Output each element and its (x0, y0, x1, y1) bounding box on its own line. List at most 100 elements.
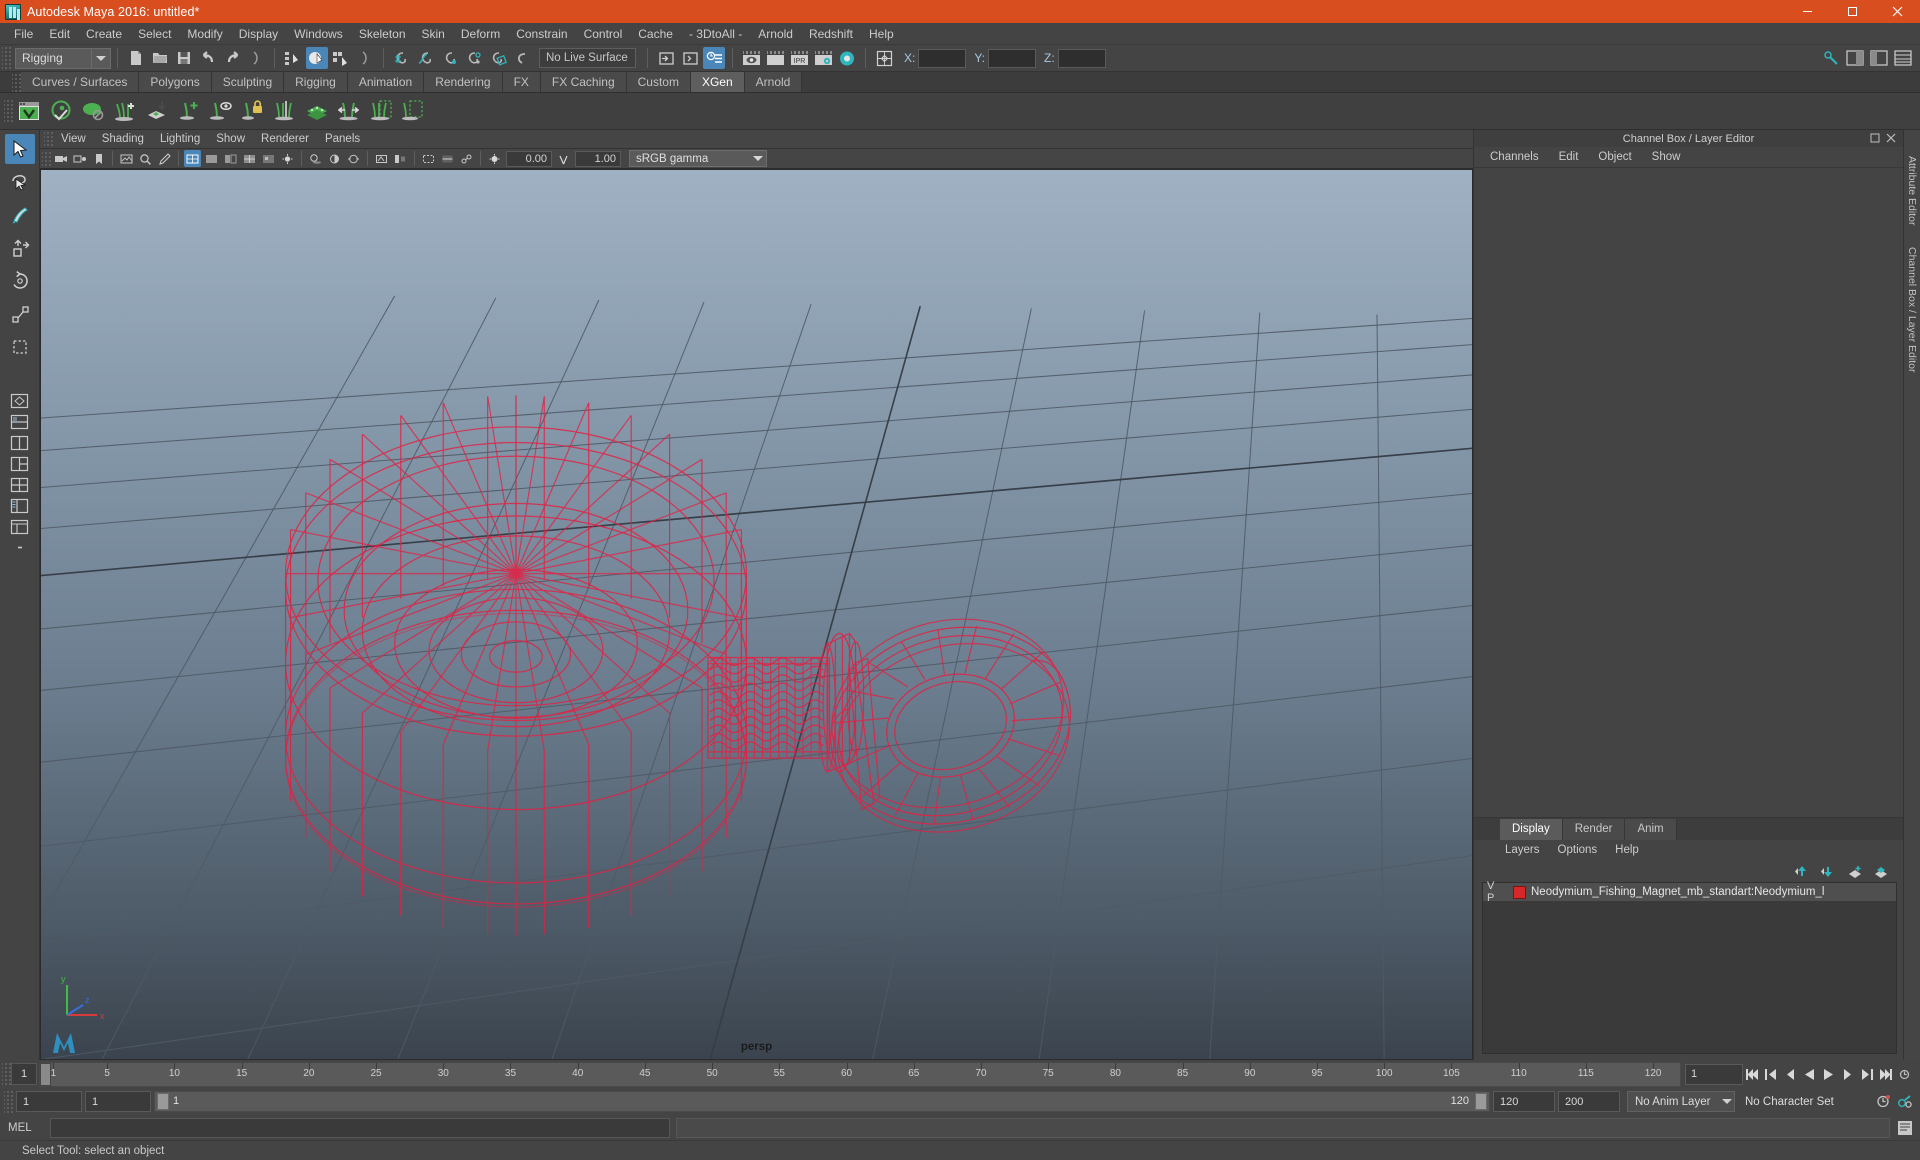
undock-panel-icon[interactable] (1869, 132, 1881, 144)
xray-icon[interactable] (439, 150, 456, 167)
coord-z-input[interactable] (1057, 48, 1106, 68)
command-language-label[interactable]: MEL (8, 1122, 44, 1134)
menu-help[interactable]: Help (861, 24, 902, 44)
exposure-icon[interactable] (486, 150, 503, 167)
xgen-import-collection-icon[interactable] (142, 96, 172, 127)
close-button[interactable] (1875, 0, 1920, 23)
range-slider-grip[interactable] (4, 1090, 13, 1113)
step-forward-frame-icon[interactable] (1838, 1064, 1857, 1084)
gamma-icon[interactable] (555, 150, 572, 167)
component-mask-overflow-icon[interactable] (354, 47, 376, 69)
shelf-tab-rendering[interactable]: Rendering (424, 72, 503, 92)
image-plane-icon[interactable] (118, 150, 135, 167)
minimize-button[interactable] (1785, 0, 1830, 23)
shelf-tab-rigging[interactable]: Rigging (284, 72, 348, 92)
xgen-lock-guide-icon[interactable] (238, 96, 268, 127)
ipr-render-button[interactable]: IPR (788, 47, 810, 69)
shadows-icon[interactable] (307, 150, 324, 167)
menu-edit[interactable]: Edit (41, 24, 78, 44)
paint-select-tool-button[interactable] (5, 200, 35, 230)
wireframe-on-shaded-icon[interactable] (241, 150, 258, 167)
show-hide-tool-settings-icon[interactable] (1868, 47, 1890, 69)
redo-button[interactable] (221, 47, 243, 69)
shelf-tab-arnold[interactable]: Arnold (744, 72, 803, 92)
coord-x-input[interactable] (918, 48, 967, 68)
menu-arnold[interactable]: Arnold (750, 24, 801, 44)
play-forwards-icon[interactable] (1819, 1064, 1838, 1084)
layout-three-icon[interactable] (7, 454, 33, 473)
snap-to-points-button[interactable] (439, 47, 461, 69)
depth-of-field-icon[interactable] (392, 150, 409, 167)
save-scene-button[interactable] (173, 47, 195, 69)
channel-box-content[interactable] (1474, 168, 1903, 817)
select-by-component-type-button[interactable] (330, 47, 352, 69)
isolate-select-icon[interactable] (420, 150, 437, 167)
close-panel-icon[interactable] (1885, 132, 1897, 144)
xgen-solid-primitive-icon[interactable] (78, 96, 108, 127)
shelf-tab-xgen[interactable]: XGen (690, 72, 745, 92)
new-scene-button[interactable] (125, 47, 147, 69)
viewport-menu-panels[interactable]: Panels (317, 131, 368, 148)
layout-more-icon[interactable] (7, 538, 33, 557)
menu-modify[interactable]: Modify (179, 24, 230, 44)
step-back-key-icon[interactable] (1762, 1064, 1781, 1084)
shelf-tab-curves-surfaces[interactable]: Curves / Surfaces (21, 72, 140, 92)
current-frame-input[interactable]: 1 (1685, 1063, 1743, 1085)
playback-settings-icon[interactable] (1895, 1064, 1914, 1084)
chevron-down-icon[interactable] (91, 48, 110, 68)
render-current-frame-button[interactable] (740, 47, 762, 69)
layer-color-swatch[interactable] (1513, 885, 1526, 899)
motion-blur-icon[interactable] (345, 150, 362, 167)
bookmark-icon[interactable] (90, 150, 107, 167)
layer-menu-help[interactable]: Help (1606, 841, 1648, 859)
channelbox-menu-edit[interactable]: Edit (1549, 148, 1589, 167)
show-hide-modeling-toolkit-icon[interactable] (1820, 47, 1842, 69)
menu-skin[interactable]: Skin (414, 24, 453, 44)
auto-keyframe-icon[interactable] (1873, 1092, 1892, 1112)
lasso-select-tool-button[interactable] (5, 167, 35, 197)
undo-button[interactable] (197, 47, 219, 69)
range-slider-right-handle[interactable] (1475, 1093, 1487, 1110)
viewport-grip[interactable] (44, 131, 53, 147)
menu-skeleton[interactable]: Skeleton (351, 24, 414, 44)
show-hide-attribute-editor-panel-icon[interactable] (1844, 47, 1866, 69)
selection-mode-overflow-icon[interactable] (245, 47, 267, 69)
wireframe-shading-icon[interactable] (184, 150, 201, 167)
snap-to-projected-center-button[interactable] (463, 47, 485, 69)
gamma-value-input[interactable]: 1.00 (575, 150, 621, 167)
camera-attributes-icon[interactable] (71, 150, 88, 167)
layer-menu-layers[interactable]: Layers (1496, 841, 1549, 859)
range-slider-left-handle[interactable] (157, 1093, 169, 1110)
menu-set-selector[interactable]: Rigging (15, 47, 111, 69)
go-to-end-icon[interactable] (1876, 1064, 1895, 1084)
multisample-aa-icon[interactable] (373, 150, 390, 167)
viewport-menu-renderer[interactable]: Renderer (253, 131, 317, 148)
exposure-value-input[interactable]: 0.00 (506, 150, 552, 167)
last-tool-used-button[interactable] (5, 332, 35, 362)
show-hide-sidebar-left-button[interactable] (655, 47, 677, 69)
xgen-density-brush-icon[interactable] (302, 96, 332, 127)
color-management-selector[interactable]: sRGB gamma (629, 150, 767, 167)
statusline-grip[interactable] (2, 47, 11, 69)
xgen-create-description-icon[interactable] (14, 96, 44, 127)
chevron-down-icon[interactable] (1722, 1092, 1732, 1111)
channelbox-menu-channels[interactable]: Channels (1480, 148, 1549, 167)
show-hide-attribute-editor-button[interactable] (703, 47, 725, 69)
menu-display[interactable]: Display (231, 24, 286, 44)
menu-windows[interactable]: Windows (286, 24, 351, 44)
xgen-width-brush-icon[interactable] (334, 96, 364, 127)
two-d-pan-zoom-icon[interactable] (137, 150, 154, 167)
shelf-tab-sculpting[interactable]: Sculpting (211, 72, 285, 92)
hypershade-button[interactable] (836, 47, 858, 69)
range-slider[interactable]: 1 120 (154, 1091, 1490, 1112)
snap-to-curves-button[interactable] (415, 47, 437, 69)
character-set-selector[interactable]: No Character Set (1738, 1091, 1870, 1112)
show-hide-channel-box-icon[interactable] (1892, 47, 1914, 69)
layout-two-side-icon[interactable] (7, 433, 33, 452)
shelf-tab-polygons[interactable]: Polygons (139, 72, 212, 92)
screen-space-ao-icon[interactable] (326, 150, 343, 167)
make-live-button[interactable] (511, 47, 533, 69)
xgen-region-mask-icon[interactable] (366, 96, 396, 127)
layout-hypergraph-icon[interactable] (7, 517, 33, 536)
menu-cache[interactable]: Cache (630, 24, 681, 44)
